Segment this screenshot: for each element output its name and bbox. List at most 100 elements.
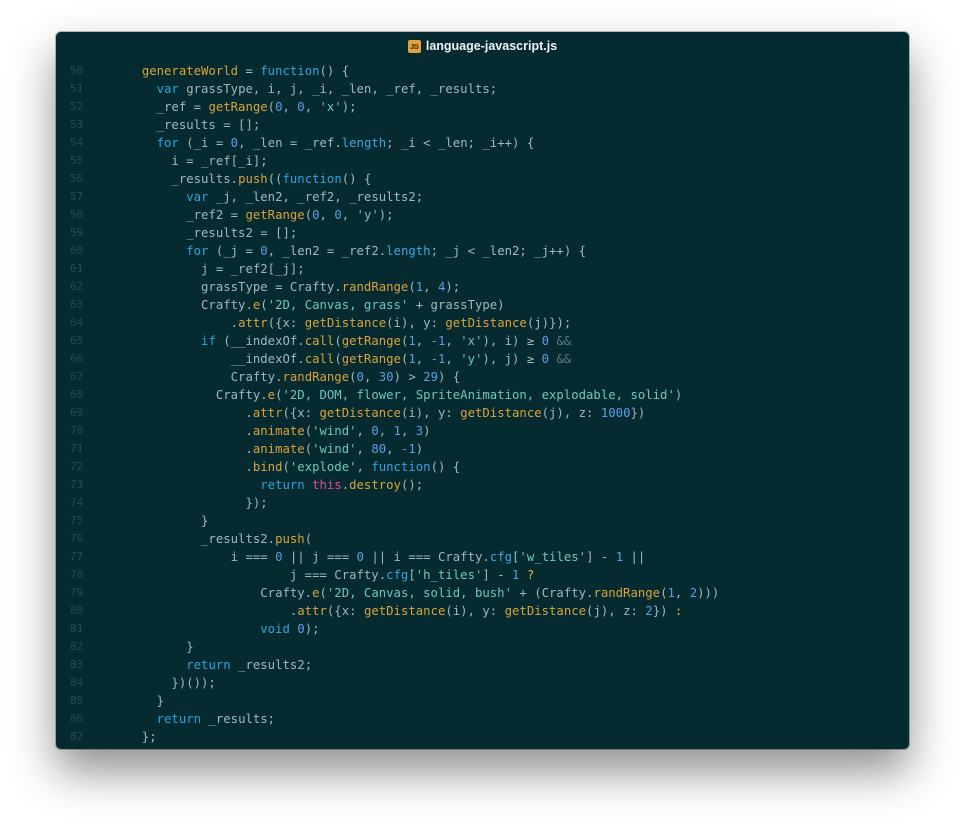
line-number: 71 <box>70 442 84 455</box>
code-line[interactable]: 65 if (__indexOf.call(getRange(1, -1, 'x… <box>56 332 909 350</box>
code-token: } <box>127 694 165 708</box>
code-token: . <box>341 478 350 492</box>
code-token: , <box>415 352 431 366</box>
code-line[interactable]: 80 .attr({x: getDistance(i), y: getDista… <box>56 602 909 620</box>
line-number: 66 <box>70 352 84 365</box>
code-token: 0 <box>260 244 268 258</box>
code-token: || <box>623 550 646 564</box>
code-line[interactable]: 52 _ref = getRange(0, 0, 'x'); <box>56 98 909 116</box>
code-token: ( <box>304 442 313 456</box>
code-line[interactable]: 84 })()); <box>56 674 909 692</box>
code-token: this <box>312 478 342 492</box>
code-line[interactable]: 76 _results2.push( <box>56 530 909 548</box>
code-line[interactable]: 53 _results = []; <box>56 116 909 134</box>
code-line[interactable]: 59 _results2 = []; <box>56 224 909 242</box>
code-token: , <box>363 370 379 384</box>
code-token: || j === <box>282 550 357 564</box>
line-source: _ref2 = getRange(0, 0, 'y'); <box>127 206 393 224</box>
code-line[interactable]: 57 var _j, _len2, _ref2, _results2; <box>56 188 909 206</box>
code-line[interactable]: 78 j === Crafty.cfg['h_tiles'] - 1 ? <box>56 566 909 584</box>
code-token: + (Crafty. <box>512 586 594 600</box>
code-token: length <box>386 244 431 258</box>
line-source: })()); <box>127 674 215 692</box>
line-number: 70 <box>70 424 84 437</box>
code-line[interactable]: 68 Crafty.e('2D, DOM, flower, SpriteAnim… <box>56 386 909 404</box>
code-token: ))) <box>697 586 720 600</box>
code-line[interactable]: 60 for (_j = 0, _len2 = _ref2.length; _j… <box>56 242 909 260</box>
code-line[interactable]: 74 }); <box>56 494 909 512</box>
code-token: cfg <box>489 550 513 564</box>
code-token: , <box>356 424 372 438</box>
code-token: -1 <box>430 334 446 348</box>
code-line[interactable]: 56 _results.push((function() { <box>56 170 909 188</box>
code-line[interactable]: 55 i = _ref[_i]; <box>56 152 909 170</box>
code-token: (_i = <box>178 136 231 150</box>
code-token: return <box>260 478 305 492</box>
code-line[interactable]: 82 } <box>56 638 909 656</box>
code-token: push <box>238 172 268 186</box>
code-token: }) <box>652 604 675 618</box>
code-token: _ref2 = <box>127 208 246 222</box>
code-token: getDistance <box>363 604 446 618</box>
line-number: 68 <box>70 388 84 401</box>
code-token: ) <box>423 424 431 438</box>
line-source: Crafty.e('2D, Canvas, grass' + grassType… <box>127 296 505 314</box>
code-line[interactable]: 67 Crafty.randRange(0, 30) > 29) { <box>56 368 909 386</box>
code-line[interactable]: 72 .bind('explode', function() { <box>56 458 909 476</box>
code-token: attr <box>238 316 268 330</box>
line-source: } <box>127 692 164 710</box>
code-line[interactable]: 63 Crafty.e('2D, Canvas, grass' + grassT… <box>56 296 909 314</box>
code-line[interactable]: 64 .attr({x: getDistance(i), y: getDista… <box>56 314 909 332</box>
code-token: grassType, i, j, _i, _len, _ref, _result… <box>178 82 498 96</box>
line-number: 58 <box>70 208 84 221</box>
code-token: () { <box>430 460 461 474</box>
code-area[interactable]: 50 generateWorld = function() {51 var gr… <box>56 62 909 749</box>
code-line[interactable]: 86 return _results; <box>56 710 909 728</box>
code-token: + grassType) <box>408 298 505 312</box>
code-line[interactable]: 61 j = _ref2[_j]; <box>56 260 909 278</box>
code-line[interactable]: 54 for (_i = 0, _len = _ref.length; _i <… <box>56 134 909 152</box>
code-line[interactable]: 83 return _results2; <box>56 656 909 674</box>
line-source: void 0); <box>127 620 319 638</box>
code-line[interactable]: 79 Crafty.e('2D, Canvas, solid, bush' + … <box>56 584 909 602</box>
window-title: language-javascript.js <box>425 39 558 53</box>
code-token: if <box>201 334 216 348</box>
code-line[interactable]: 69 .attr({x: getDistance(i), y: getDista… <box>56 404 909 422</box>
code-token: . <box>127 442 253 456</box>
code-line[interactable]: 51 var grassType, i, j, _i, _len, _ref, … <box>56 80 909 98</box>
code-line[interactable]: 85 } <box>56 692 909 710</box>
code-line[interactable]: 71 .animate('wind', 80, -1) <box>56 440 909 458</box>
code-token: ( <box>282 460 290 474</box>
code-token: getRange <box>341 352 401 366</box>
code-token: _results2 = []; <box>127 226 298 240</box>
code-line[interactable]: 50 generateWorld = function() { <box>56 62 909 80</box>
code-token: 0 <box>230 136 239 150</box>
code-token: && <box>556 352 572 366</box>
code-line[interactable]: 66 __indexOf.call(getRange(1, -1, 'y'), … <box>56 350 909 368</box>
code-line[interactable]: 70 .animate('wind', 0, 1, 3) <box>56 422 909 440</box>
code-token: for <box>186 244 209 258</box>
code-line[interactable]: 73 return this.destroy(); <box>56 476 909 494</box>
line-source: } <box>127 638 193 656</box>
code-token: ( <box>334 352 342 366</box>
code-token: 0 <box>297 100 305 114</box>
code-token: _results2. <box>127 532 276 546</box>
code-token: e <box>312 586 320 600</box>
code-line[interactable]: 75 } <box>56 512 909 530</box>
line-source: i === 0 || j === 0 || i === Crafty.cfg['… <box>127 548 646 566</box>
code-line[interactable]: 62 grassType = Crafty.randRange(1, 4); <box>56 278 909 296</box>
code-token: 0 <box>356 370 364 384</box>
line-number: 83 <box>70 658 84 671</box>
code-line[interactable]: 81 void 0); <box>56 620 909 638</box>
code-line[interactable]: 77 i === 0 || j === 0 || i === Crafty.cf… <box>56 548 909 566</box>
code-token: = <box>238 64 261 78</box>
code-line[interactable]: 87 }; <box>56 728 909 746</box>
line-number: 57 <box>70 190 84 203</box>
code-line[interactable]: 58 _ref2 = getRange(0, 0, 'y'); <box>56 206 909 224</box>
code-token: '2D, Canvas, solid, bush' <box>326 586 512 600</box>
code-token: ) <box>415 442 424 456</box>
